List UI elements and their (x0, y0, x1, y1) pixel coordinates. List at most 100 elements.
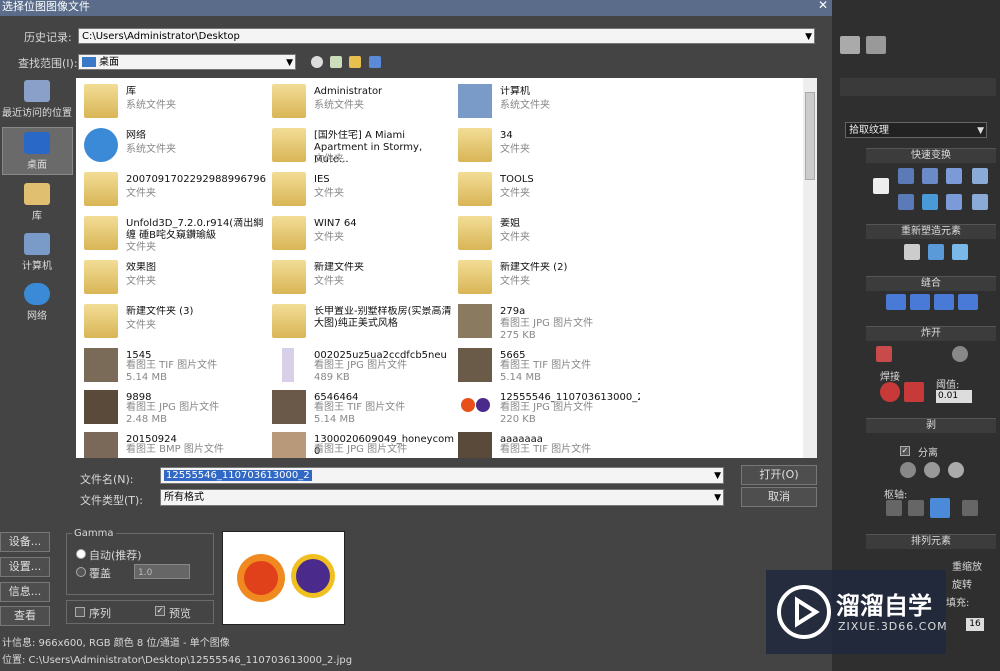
peel-icon[interactable] (900, 462, 916, 478)
file-name: 34 (500, 130, 513, 141)
filetype-label: 文件类型(T): (80, 494, 144, 507)
transform-icon[interactable] (873, 178, 889, 194)
back-icon[interactable] (311, 56, 323, 68)
file-item[interactable]: 库系统文件夹 (84, 82, 269, 122)
new-folder-icon[interactable] (349, 56, 361, 68)
file-item[interactable]: [国外住宅] A Miami Apartment in Stormy, Mute… (272, 126, 457, 166)
file-item[interactable]: 长甲置业-别墅样板房(实景高清大图)纯正美式风格 (272, 302, 457, 342)
section-peel[interactable]: 剥 (866, 418, 996, 433)
explode-icon[interactable] (876, 346, 892, 362)
relax-icon[interactable] (928, 244, 944, 260)
section-arrange[interactable]: 排列元素 (866, 534, 996, 549)
file-item[interactable]: 9898 看图王 JPG 图片文件 2.48 MB (84, 388, 269, 428)
rotate-icon[interactable] (946, 194, 962, 210)
file-item[interactable]: 002025uz5ua2ccdfcb5neu 看图王 JPG 图片文件 489 KB (272, 346, 457, 386)
gamma-auto-radio[interactable] (76, 549, 86, 559)
pivot-icon[interactable] (908, 500, 924, 516)
stitch-icon[interactable] (934, 294, 954, 310)
file-item[interactable]: 279a 看图王 JPG 图片文件 275 KB (458, 302, 643, 342)
align-icon[interactable] (898, 194, 914, 210)
cancel-button[interactable]: 取消 (741, 487, 817, 507)
weld-icon[interactable] (904, 382, 924, 402)
file-item[interactable]: 34 文件夹 (458, 126, 643, 166)
relax-icon[interactable] (952, 244, 968, 260)
file-item[interactable]: 新建文件夹 (2) 文件夹 (458, 258, 643, 298)
peel-icon[interactable] (924, 462, 940, 478)
gamma-label: Gamma (72, 528, 116, 539)
file-item[interactable]: Unfold3D_7.2.0.r914(滴出綱缠 硾B咤夂窺鑽瑜級 文件夹 (84, 214, 269, 254)
section-reshape[interactable]: 重新塑造元素 (866, 224, 996, 239)
file-item[interactable]: 5665 看图王 TIF 图片文件 5.14 MB (458, 346, 643, 386)
fill-input[interactable]: 16 (966, 618, 984, 631)
file-item[interactable]: 6546464 看图王 TIF 图片文件 5.14 MB (272, 388, 457, 428)
section-explode[interactable]: 炸开 (866, 326, 996, 341)
texture-dropdown[interactable]: 拾取纹理 ▼ (845, 122, 987, 138)
rotate-icon[interactable] (946, 168, 962, 184)
file-type: 看图王 TIF 图片文件 (500, 444, 592, 455)
align-icon[interactable] (898, 168, 914, 184)
section-quick-transform[interactable]: 快速变换 (866, 148, 996, 163)
preview-checkbox[interactable]: ✓ (155, 606, 165, 616)
flip-icon[interactable] (972, 194, 988, 210)
gamma-override-radio[interactable] (76, 567, 86, 577)
pivot-icon[interactable] (930, 498, 950, 518)
stitch-icon[interactable] (886, 294, 906, 310)
place-library[interactable]: 库 (2, 183, 72, 222)
file-item[interactable]: 20150924 看图王 BMP 图片文件 (84, 430, 269, 458)
view-menu-icon[interactable] (369, 56, 381, 68)
weld-target-icon[interactable] (880, 382, 900, 402)
filename-combo[interactable]: 12555546_110703613000_2 ▼ (160, 467, 724, 484)
place-recent[interactable]: 最近访问的位置 (2, 80, 72, 119)
file-item[interactable]: 新建文件夹 文件夹 (272, 258, 457, 298)
sphere-icon[interactable] (952, 346, 968, 362)
teapot-icon[interactable] (840, 36, 860, 54)
filetype-combo[interactable]: 所有格式 ▼ (160, 489, 724, 506)
pivot-icon[interactable] (962, 500, 978, 516)
place-computer[interactable]: 计算机 (2, 233, 72, 272)
file-item[interactable]: Administrator 系统文件夹 (272, 82, 457, 122)
threshold-input[interactable]: 0.01 (936, 390, 972, 403)
file-item[interactable]: 1300020609049_honeycomb-0 看图王 JPG 图片文件 (272, 430, 457, 458)
file-item[interactable]: 1545 看图王 TIF 图片文件 5.14 MB (84, 346, 269, 386)
rollout-header (840, 78, 996, 96)
mirror-icon[interactable] (922, 194, 938, 210)
file-item[interactable]: IES 文件夹 (272, 170, 457, 210)
view-button[interactable]: 查看 (0, 606, 50, 626)
separate-checkbox[interactable]: ✓ (900, 446, 910, 456)
stitch-icon[interactable] (910, 294, 930, 310)
lookin-combo[interactable]: 桌面 ▼ (78, 54, 296, 70)
straighten-icon[interactable] (904, 244, 920, 260)
place-desktop[interactable]: 桌面 (2, 132, 72, 171)
stitch-icon[interactable] (958, 294, 978, 310)
scrollbar-thumb[interactable] (805, 92, 815, 180)
section-stitch[interactable]: 缝合 (866, 276, 996, 291)
file-item[interactable]: 网络 系统文件夹 (84, 126, 269, 166)
teapot-icon[interactable] (866, 36, 886, 54)
info-button[interactable]: 信息... (0, 582, 50, 602)
setup-button[interactable]: 设备... (0, 532, 50, 552)
file-item[interactable]: aaaaaaa 看图王 TIF 图片文件 (458, 430, 643, 458)
file-item[interactable]: TOOLS 文件夹 (458, 170, 643, 210)
file-type: 系统文件夹 (314, 100, 364, 111)
file-name: 计算机 (500, 86, 530, 97)
close-icon[interactable]: ✕ (818, 0, 832, 12)
open-button[interactable]: 打开(O) (741, 465, 817, 485)
file-item[interactable]: 新建文件夹 (3) 文件夹 (84, 302, 269, 342)
place-network[interactable]: 网络 (2, 283, 72, 322)
file-item[interactable]: WIN7 64 文件夹 (272, 214, 457, 254)
flip-icon[interactable] (972, 168, 988, 184)
file-item[interactable]: 计算机 系统文件夹 (458, 82, 643, 122)
history-combo[interactable]: C:\Users\Administrator\Desktop ▼ (78, 28, 815, 44)
sequence-checkbox[interactable] (75, 607, 85, 617)
reset-icon[interactable] (948, 462, 964, 478)
pivot-icon[interactable] (886, 500, 902, 516)
file-item[interactable]: 12555546_110703613000_2 看图王 JPG 图片文件 220 K… (458, 388, 643, 428)
file-item[interactable]: 效果图 文件夹 (84, 258, 269, 298)
settings-button[interactable]: 设置... (0, 557, 50, 577)
file-item[interactable]: 姜姐 文件夹 (458, 214, 643, 254)
file-list[interactable]: 库系统文件夹 Administrator 系统文件夹 计算机 系统文件夹 网络 系统文… (76, 78, 817, 458)
file-item[interactable]: 20070917022929889967961 文件夹 (84, 170, 269, 210)
gamma-override-input[interactable]: 1.0 (134, 564, 190, 579)
up-folder-icon[interactable] (330, 56, 342, 68)
align-icon[interactable] (922, 168, 938, 184)
